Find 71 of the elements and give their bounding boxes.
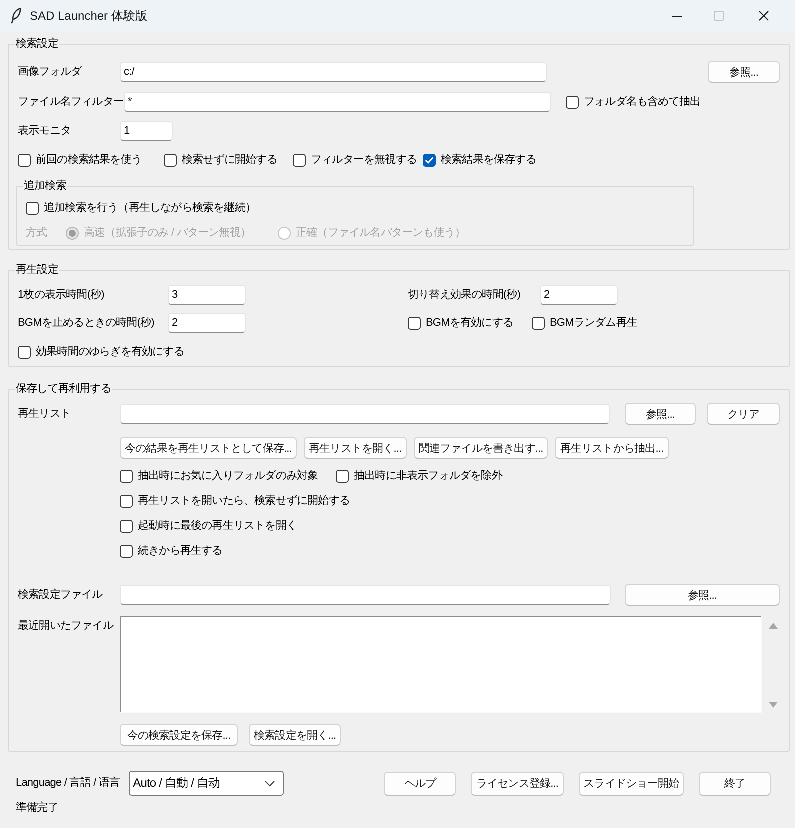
- checkbox[interactable]: [26, 202, 39, 214]
- field-label: 方式: [26, 226, 48, 240]
- group-title: 検索設定: [15, 37, 60, 51]
- checkbox-label[interactable]: 効果時間のゆらぎを有効にする: [36, 344, 184, 360]
- checkbox-label[interactable]: 検索結果を保存する: [441, 152, 536, 168]
- checkbox-label[interactable]: 続きから再生する: [138, 544, 223, 558]
- browse-button[interactable]: 参照...: [708, 61, 780, 83]
- checkbox[interactable]: [120, 470, 133, 482]
- license-button[interactable]: ライセンス登録...: [471, 772, 564, 796]
- window-title: SAD Launcher 体験版: [30, 8, 148, 24]
- checkbox[interactable]: [18, 154, 31, 166]
- checkbox-label[interactable]: 前回の検索結果を使う: [36, 152, 142, 168]
- checkbox[interactable]: [120, 520, 133, 532]
- checkbox[interactable]: [120, 544, 133, 558]
- checkbox-label[interactable]: BGMを有効にする: [426, 316, 514, 330]
- export-files-button[interactable]: 関連ファイルを書き出す...: [414, 437, 548, 459]
- browse-button[interactable]: 参照...: [625, 584, 780, 606]
- settings-file-field[interactable]: [120, 585, 611, 605]
- field-label: 最近開いたファイル: [18, 619, 114, 634]
- seconds-field[interactable]: 2: [540, 285, 618, 305]
- save-playlist-button[interactable]: 今の結果を再生リストとして保存...: [120, 437, 297, 459]
- exit-button[interactable]: 終了: [699, 772, 771, 796]
- checkbox[interactable]: [532, 316, 545, 330]
- playlist-path-field[interactable]: [120, 404, 610, 424]
- clear-button[interactable]: クリア: [707, 403, 780, 425]
- field-label: Language / 言語 / 语言: [16, 776, 120, 791]
- checkbox-label[interactable]: 検索せずに開始する: [182, 152, 278, 168]
- checkbox[interactable]: [423, 154, 436, 166]
- start-slideshow-button[interactable]: スライドショー開始: [578, 772, 684, 796]
- group-title: 追加検索: [23, 179, 68, 193]
- checkbox-label[interactable]: 抽出時に非表示フォルダを除外: [354, 468, 502, 484]
- field-label: 表示モニタ: [18, 124, 72, 138]
- checkbox-label[interactable]: フォルダ名も含めて抽出: [584, 94, 701, 110]
- field-label: ファイル名フィルター: [18, 94, 124, 110]
- extract-button[interactable]: 再生リストから抽出...: [555, 437, 669, 459]
- checkbox-label[interactable]: 抽出時にお気に入りフォルダのみ対象: [138, 468, 318, 484]
- checkbox[interactable]: [293, 154, 306, 166]
- seconds-field[interactable]: 3: [168, 285, 246, 305]
- checkbox-label[interactable]: BGMランダム再生: [550, 316, 638, 330]
- chevron-down-icon: [265, 780, 276, 786]
- checkbox-label[interactable]: フィルターを無視する: [311, 152, 418, 168]
- filter-field[interactable]: *: [124, 92, 552, 112]
- feather-icon: [11, 8, 21, 24]
- checkbox-label[interactable]: 追加検索を行う（再生しながら検索を継続）: [44, 200, 256, 216]
- open-playlist-button[interactable]: 再生リストを開く...: [304, 437, 407, 459]
- help-button[interactable]: ヘルプ: [384, 772, 456, 796]
- monitor-field[interactable]: 1: [120, 121, 173, 141]
- field-label: BGMを止めるときの時間(秒): [18, 316, 154, 330]
- field-label: 1枚の表示時間(秒): [18, 288, 104, 302]
- checkbox[interactable]: [164, 154, 177, 166]
- checkbox[interactable]: [120, 494, 133, 508]
- field-label: 再生リスト: [18, 406, 72, 422]
- field-label: 切り替え効果の時間(秒): [408, 288, 521, 302]
- browse-button[interactable]: 参照...: [625, 403, 696, 425]
- field-label: 検索設定ファイル: [18, 588, 103, 602]
- checkbox[interactable]: [336, 470, 349, 482]
- checkbox-label[interactable]: 再生リストを開いたら、検索せずに開始する: [138, 494, 350, 508]
- open-settings-button[interactable]: 検索設定を開く...: [249, 724, 342, 746]
- close-icon[interactable]: [759, 11, 769, 21]
- language-dropdown[interactable]: Auto / 自動 / 自动: [129, 771, 284, 796]
- seconds-field[interactable]: 2: [168, 313, 246, 333]
- group-title: 保存して再利用する: [15, 382, 112, 396]
- checkbox[interactable]: [18, 346, 31, 358]
- group-title: 再生設定: [15, 263, 60, 277]
- checkbox-label[interactable]: 起動時に最後の再生リストを開く: [138, 518, 298, 534]
- save-settings-button[interactable]: 今の検索設定を保存...: [120, 724, 238, 746]
- folder-path-field[interactable]: c:/: [120, 62, 547, 82]
- checkbox[interactable]: [566, 96, 580, 108]
- checkbox[interactable]: [408, 316, 421, 330]
- field-label: 画像フォルダ: [18, 64, 82, 80]
- status-text: 準備完了: [16, 800, 58, 816]
